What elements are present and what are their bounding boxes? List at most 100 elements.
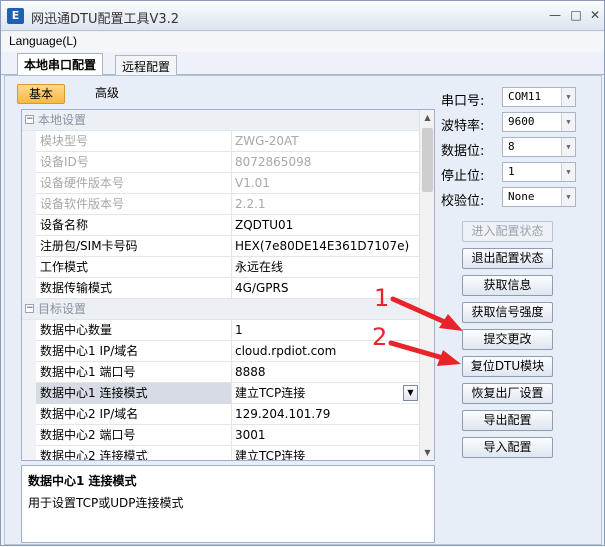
prop-name: 数据中心1 端口号 — [36, 362, 232, 383]
chevron-down-icon[interactable]: ▼ — [561, 188, 575, 206]
prop-name: 设备软件版本号 — [36, 194, 232, 215]
prop-value[interactable]: 建立TCP连接 — [232, 383, 420, 404]
chevron-down-icon[interactable]: ▼ — [561, 163, 575, 181]
chevron-down-icon[interactable]: ▼ — [561, 88, 575, 106]
prop-name: 设备ID号 — [36, 152, 232, 173]
chevron-down-icon[interactable]: ▼ — [561, 138, 575, 156]
reset-dtu-button[interactable]: 复位DTU模块 — [462, 356, 553, 377]
menu-bar: Language(L) — [1, 32, 604, 52]
main-tabs: 本地串口配置 远程配置 — [1, 53, 604, 76]
port-value: COM11 — [508, 90, 542, 103]
grid-row[interactable]: 数据中心1 端口号 8888 — [22, 362, 420, 383]
dropdown-arrow-icon[interactable]: ▼ — [403, 385, 418, 401]
prop-value[interactable]: 建立TCP连接 — [232, 446, 420, 460]
grid-row[interactable]: 数据中心1 IP/域名 cloud.rpdiot.com — [22, 341, 420, 362]
databits-select[interactable]: 8 ▼ — [502, 137, 576, 157]
grid-row[interactable]: 数据中心2 IP/域名 129.204.101.79 — [22, 404, 420, 425]
port-label: 串口号: — [441, 94, 485, 109]
tab-remote-config[interactable]: 远程配置 — [115, 55, 178, 75]
prop-value[interactable]: 8888 — [232, 362, 420, 383]
grid-row[interactable]: 数据中心2 连接模式 建立TCP连接 — [22, 446, 420, 460]
prop-name: 设备名称 — [36, 215, 232, 236]
grid-row: 设备软件版本号 2.2.1 — [22, 194, 420, 215]
grid-row[interactable]: 数据中心2 端口号 3001 — [22, 425, 420, 446]
tab-local-serial[interactable]: 本地串口配置 — [17, 53, 104, 76]
app-window: E 网迅通DTU配置工具V3.2 — □ ✕ Language(L) 本地串口配… — [0, 0, 605, 546]
collapse-icon[interactable]: − — [25, 115, 34, 124]
get-signal-button[interactable]: 获取信号强度 — [462, 302, 553, 323]
description-text: 用于设置TCP或UDP连接模式 — [28, 496, 184, 510]
import-config-button[interactable]: 导入配置 — [462, 437, 553, 458]
parity-select[interactable]: None ▼ — [502, 187, 576, 207]
grid-row: 模块型号 ZWG-20AT — [22, 131, 420, 152]
port-select[interactable]: COM11 ▼ — [502, 87, 576, 107]
prop-value[interactable]: cloud.rpdiot.com — [232, 341, 420, 362]
category-local-settings[interactable]: − 本地设置 — [22, 110, 420, 131]
prop-value: V1.01 — [235, 176, 270, 190]
prop-name: 数据传输模式 — [36, 278, 232, 299]
baud-value: 9600 — [508, 115, 535, 128]
prop-name: 数据中心2 连接模式 — [36, 446, 232, 460]
title-bar: E 网迅通DTU配置工具V3.2 — □ ✕ — [1, 1, 604, 31]
baud-select[interactable]: 9600 ▼ — [502, 112, 576, 132]
category-target-settings[interactable]: − 目标设置 — [22, 299, 420, 320]
close-button[interactable]: ✕ — [586, 7, 604, 23]
databits-label: 数据位: — [441, 144, 485, 159]
submit-changes-button[interactable]: 提交更改 — [462, 329, 553, 350]
prop-value: 8072865098 — [235, 155, 312, 169]
grid-row[interactable]: 工作模式 永远在线 — [22, 257, 420, 278]
prop-name: 工作模式 — [36, 257, 232, 278]
get-info-button[interactable]: 获取信息 — [462, 275, 553, 296]
prop-name: 数据中心数量 — [36, 320, 232, 341]
chevron-down-icon[interactable]: ▼ — [561, 113, 575, 131]
prop-value[interactable]: 永远在线 — [232, 257, 420, 278]
prop-name: 数据中心1 IP/域名 — [36, 341, 232, 362]
prop-name: 数据中心2 端口号 — [36, 425, 232, 446]
grid-scrollbar[interactable]: ▲ ▼ — [419, 110, 434, 460]
property-grid: − 本地设置 模块型号 ZWG-20AT 设备ID号 8072865098 设备硬件… — [21, 109, 435, 461]
menu-language[interactable]: Language(L) — [9, 34, 77, 48]
prop-value[interactable]: 129.204.101.79 — [232, 404, 420, 425]
export-config-button[interactable]: 导出配置 — [462, 410, 553, 431]
grid-row-selected[interactable]: 数据中心1 连接模式 建立TCP连接 ▼ — [22, 383, 420, 404]
subtab-basic[interactable]: 基本 — [17, 84, 65, 104]
scroll-up-icon[interactable]: ▲ — [420, 110, 434, 125]
description-panel: 数据中心1 连接模式 用于设置TCP或UDP连接模式 — [21, 465, 435, 543]
stopbits-value: 1 — [508, 165, 515, 178]
prop-value[interactable]: 1 — [232, 320, 420, 341]
factory-reset-button[interactable]: 恢复出厂设置 — [462, 383, 553, 404]
app-logo-icon: E — [7, 8, 24, 24]
prop-value[interactable]: 4G/GPRS — [232, 278, 420, 299]
stopbits-select[interactable]: 1 ▼ — [502, 162, 576, 182]
maximize-button[interactable]: □ — [567, 7, 585, 23]
scroll-thumb[interactable] — [422, 128, 433, 192]
parity-value: None — [508, 190, 535, 203]
prop-value: ZWG-20AT — [235, 134, 299, 148]
grid-row[interactable]: 数据传输模式 4G/GPRS — [22, 278, 420, 299]
grid-row[interactable]: 数据中心数量 1 — [22, 320, 420, 341]
enter-config-button[interactable]: 进入配置状态 — [462, 221, 553, 242]
category-label: 目标设置 — [38, 302, 87, 316]
prop-value[interactable]: 3001 — [232, 425, 420, 446]
grid-row[interactable]: 注册包/SIM卡号码 HEX(7e80DE14E361D7107e) — [22, 236, 420, 257]
description-title: 数据中心1 连接模式 — [28, 474, 137, 488]
window-title: 网迅通DTU配置工具V3.2 — [31, 12, 180, 27]
exit-config-button[interactable]: 退出配置状态 — [462, 248, 553, 269]
prop-name: 注册包/SIM卡号码 — [36, 236, 232, 257]
prop-name: 数据中心1 连接模式 — [36, 383, 232, 404]
minimize-button[interactable]: — — [546, 7, 564, 23]
category-label: 本地设置 — [38, 113, 87, 127]
grid-row: 设备ID号 8072865098 — [22, 152, 420, 173]
grid-row[interactable]: 设备名称 ZQDTU01 — [22, 215, 420, 236]
collapse-icon[interactable]: − — [25, 304, 34, 313]
prop-name: 数据中心2 IP/域名 — [36, 404, 232, 425]
scroll-down-icon[interactable]: ▼ — [420, 445, 434, 460]
databits-value: 8 — [508, 140, 515, 153]
subtab-advanced[interactable]: 高级 — [87, 84, 127, 104]
stopbits-label: 停止位: — [441, 169, 485, 184]
grid-row: 设备硬件版本号 V1.01 — [22, 173, 420, 194]
prop-value: 2.2.1 — [235, 197, 266, 211]
prop-value[interactable]: ZQDTU01 — [232, 215, 420, 236]
prop-name: 模块型号 — [36, 131, 232, 152]
prop-value[interactable]: HEX(7e80DE14E361D7107e) — [232, 236, 420, 257]
